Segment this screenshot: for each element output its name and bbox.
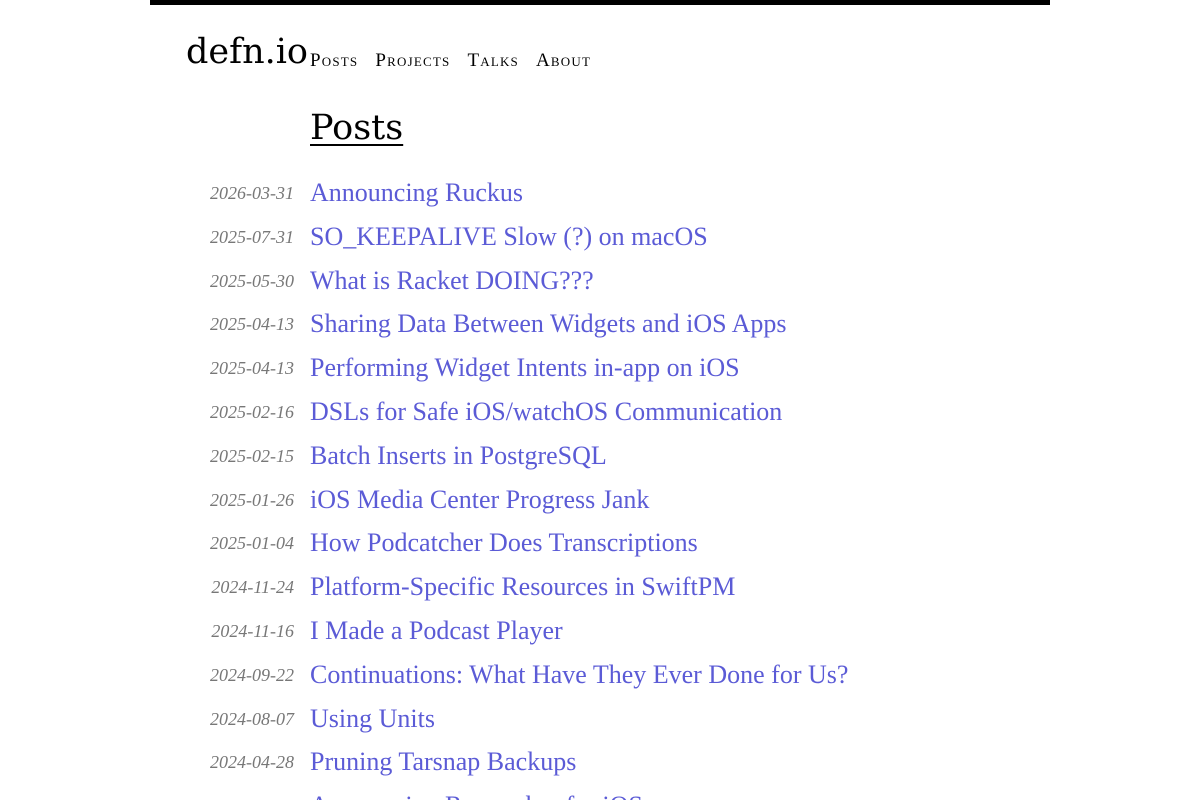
post-list-item: 2024-04-28 Pruning Tarsnap Backups — [0, 741, 1200, 785]
post-date: 2026-03-31 — [210, 183, 294, 203]
post-link[interactable]: Performing Widget Intents in-app on iOS — [310, 351, 740, 385]
post-list-item: 2025-07-31 SO_KEEPALIVE Slow (?) on macO… — [0, 216, 1200, 260]
post-date: 2025-01-26 — [210, 489, 294, 510]
main-nav: Posts Projects Talks About — [310, 48, 591, 74]
post-list-item: 2025-04-13 Performing Widget Intents in-… — [0, 347, 1200, 391]
post-link[interactable]: DSLs for Safe iOS/watchOS Communication — [310, 395, 782, 429]
post-date: 2024-08-07 — [210, 708, 294, 729]
post-link[interactable]: Pruning Tarsnap Backups — [310, 745, 576, 779]
post-list: 2026-03-31 Announcing Ruckus 2025-07-31 … — [0, 172, 1200, 800]
post-date: 2025-07-31 — [210, 226, 294, 247]
post-list-item: 2024-08-07 Using Units — [0, 698, 1200, 742]
post-link[interactable]: I Made a Podcast Player — [310, 614, 563, 648]
post-list-item: 2025-02-16 DSLs for Safe iOS/watchOS Com… — [0, 391, 1200, 435]
post-list-item: 2025-01-26 iOS Media Center Progress Jan… — [0, 479, 1200, 523]
post-list-item: 2024-09-22 Continuations: What Have They… — [0, 654, 1200, 698]
post-list-item: 2025-04-13 Sharing Data Between Widgets … — [0, 303, 1200, 347]
post-list-item: 2025-05-30 What is Racket DOING??? — [0, 260, 1200, 304]
post-link[interactable]: iOS Media Center Progress Jank — [310, 483, 649, 517]
post-link[interactable]: How Podcatcher Does Transcriptions — [310, 526, 698, 560]
post-link[interactable]: Platform-Specific Resources in SwiftPM — [310, 570, 735, 604]
post-link[interactable]: Continuations: What Have They Ever Done … — [310, 658, 848, 692]
post-link[interactable]: Batch Inserts in PostgreSQL — [310, 439, 607, 473]
post-link[interactable]: Sharing Data Between Widgets and iOS App… — [310, 307, 787, 341]
page-title: Posts — [310, 108, 404, 148]
post-date: 2025-05-30 — [210, 270, 294, 291]
post-link[interactable]: Announcing Ruckus — [310, 176, 523, 210]
post-date: 2024-09-22 — [210, 664, 294, 685]
post-date: 2024-11-24 — [211, 577, 294, 598]
post-date: 2024-03-10 — [210, 794, 294, 800]
post-list-item: 2024-11-16 I Made a Podcast Player — [0, 610, 1200, 654]
post-list-item: 2025-01-04 How Podcatcher Does Transcrip… — [0, 522, 1200, 566]
post-date: 2025-04-13 — [210, 358, 294, 379]
top-rule — [150, 0, 1050, 5]
post-date: 2025-02-15 — [210, 445, 294, 466]
nav-posts[interactable]: Posts — [310, 48, 358, 74]
nav-about[interactable]: About — [536, 48, 591, 74]
post-link[interactable]: Announcing Remember for iOS — [310, 789, 643, 800]
post-link[interactable]: What is Racket DOING??? — [310, 264, 594, 298]
nav-talks[interactable]: Talks — [467, 48, 519, 74]
post-link[interactable]: SO_KEEPALIVE Slow (?) on macOS — [310, 220, 708, 254]
post-date: 2025-04-13 — [210, 314, 294, 335]
post-list-item: 2026-03-31 Announcing Ruckus — [0, 172, 1200, 216]
site-title-link[interactable]: defn.io — [186, 30, 308, 74]
post-date: 2024-04-28 — [210, 752, 294, 773]
post-date: 2025-02-16 — [210, 401, 294, 422]
post-link[interactable]: Using Units — [310, 702, 435, 736]
nav-projects[interactable]: Projects — [375, 48, 450, 74]
post-list-item: 2024-11-24 Platform-Specific Resources i… — [0, 566, 1200, 610]
post-date: 2025-01-04 — [210, 533, 294, 554]
post-list-item: 2025-02-15 Batch Inserts in PostgreSQL — [0, 435, 1200, 479]
post-list-item: 2024-03-10 Announcing Remember for iOS — [0, 785, 1200, 800]
post-date: 2024-11-16 — [211, 620, 294, 641]
